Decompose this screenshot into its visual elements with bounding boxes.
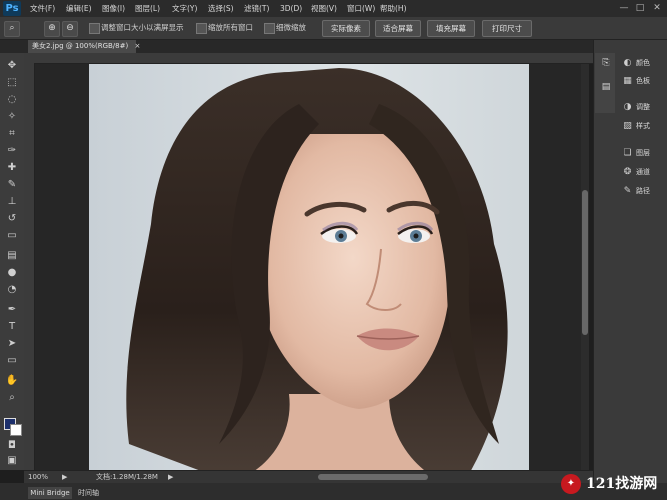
styles-icon: ▨ — [623, 121, 632, 131]
zoom-all-checkbox[interactable] — [196, 23, 207, 34]
background-color-swatch[interactable] — [10, 424, 22, 436]
brush-tool-icon[interactable]: ✎ — [5, 179, 19, 191]
swatches-icon: ▦ — [623, 76, 632, 86]
dodge-tool-icon[interactable]: ◔ — [5, 284, 19, 296]
menu-layer[interactable]: 图层(L) — [135, 2, 160, 15]
document-tab[interactable]: 美女2.jpg @ 100%(RGB/8#) × — [28, 40, 140, 53]
panel-styles-label: 样式 — [636, 122, 650, 130]
eraser-tool-icon[interactable]: ▭ — [5, 230, 19, 242]
gradient-tool-icon[interactable]: ▤ — [5, 250, 19, 262]
zoom-in-icon[interactable]: ⊕ — [44, 21, 60, 37]
minimize-button[interactable]: — — [617, 2, 631, 14]
resize-windows-label: 调整窗口大小以满屏显示 — [101, 23, 184, 32]
zoom-tool-icon[interactable]: ⌕ — [5, 392, 19, 404]
timeline-tab[interactable]: 时间轴 — [78, 488, 99, 498]
channels-icon: ❂ — [623, 167, 632, 177]
panel-channels-label: 通道 — [636, 168, 650, 176]
panel-swatches-label: 色板 — [636, 77, 650, 85]
panel-layers-label: 图层 — [636, 149, 650, 157]
clone-stamp-tool-icon[interactable]: ⊥ — [5, 196, 19, 208]
menu-edit[interactable]: 编辑(E) — [66, 2, 92, 15]
healing-brush-tool-icon[interactable]: ✚ — [5, 162, 19, 174]
vertical-ruler — [24, 63, 35, 470]
history-brush-tool-icon[interactable]: ↺ — [5, 213, 19, 225]
pen-tool-icon[interactable]: ✒ — [5, 304, 19, 316]
menu-window[interactable]: 窗口(W) — [347, 2, 375, 15]
actions-icon[interactable]: ▤ — [600, 82, 612, 94]
horizontal-scrollbar-thumb[interactable] — [318, 474, 428, 480]
marquee-tool-icon[interactable]: ⬚ — [5, 77, 19, 89]
panel-swatches[interactable]: ▦ 色板 — [622, 74, 664, 89]
panel-paths-label: 路径 — [636, 187, 650, 195]
adjustments-icon: ◑ — [623, 102, 632, 112]
watermark-logo: ✦ — [561, 474, 581, 494]
portrait-illustration — [126, 68, 508, 470]
zoom-all-label: 缩放所有窗口 — [208, 23, 253, 32]
close-window-button[interactable]: ✕ — [650, 2, 664, 14]
menu-image[interactable]: 图像(I) — [102, 2, 125, 15]
scrubby-zoom-checkbox[interactable] — [264, 23, 275, 34]
panel-styles[interactable]: ▨ 样式 — [622, 119, 664, 134]
panel-layers[interactable]: ❏ 图层 — [622, 146, 664, 161]
horizontal-ruler — [24, 53, 593, 64]
menu-3d[interactable]: 3D(D) — [280, 2, 302, 15]
status-menu-icon[interactable]: ▶ — [62, 472, 67, 482]
paths-icon: ✎ — [623, 186, 632, 196]
path-select-tool-icon[interactable]: ➤ — [5, 338, 19, 350]
status-arrow-icon[interactable]: ▶ — [168, 472, 173, 482]
panel-adjustments-label: 调整 — [636, 103, 650, 111]
menu-select[interactable]: 选择(S) — [208, 2, 234, 15]
screen-mode-icon[interactable]: ▣ — [5, 455, 19, 467]
panel-color-label: 颜色 — [636, 59, 650, 67]
scrubby-zoom-label: 细微缩放 — [276, 23, 306, 32]
menu-filter[interactable]: 滤镜(T) — [244, 2, 269, 15]
vertical-scrollbar-thumb[interactable] — [582, 190, 588, 335]
menu-help[interactable]: 帮助(H) — [380, 2, 407, 15]
palette-icon: ◐ — [623, 58, 632, 68]
panel-paths[interactable]: ✎ 路径 — [622, 184, 664, 199]
photoshop-logo: Ps — [3, 1, 21, 16]
menu-file[interactable]: 文件(F) — [30, 2, 55, 15]
mini-bridge-tab[interactable]: Mini Bridge — [28, 487, 72, 499]
canvas-area[interactable] — [35, 64, 583, 470]
zoom-level[interactable]: 100% — [28, 472, 48, 482]
hand-tool-icon[interactable]: ✋ — [5, 375, 19, 387]
panel-color[interactable]: ◐ 颜色 — [622, 56, 664, 71]
type-tool-icon[interactable]: T — [5, 321, 19, 333]
blur-tool-icon[interactable]: ● — [5, 267, 19, 279]
watermark-text: 121找游网 — [586, 476, 658, 492]
document-tab-title: 美女2.jpg @ 100%(RGB/8#) — [32, 42, 129, 50]
crop-tool-icon[interactable]: ⌗ — [5, 128, 19, 140]
rectangle-tool-icon[interactable]: ▭ — [5, 355, 19, 367]
maximize-button[interactable]: □ — [633, 2, 647, 14]
eyedropper-tool-icon[interactable]: ✑ — [5, 145, 19, 157]
zoom-out-icon[interactable]: ⊖ — [62, 21, 78, 37]
fit-screen-button[interactable]: 适合屏幕 — [375, 20, 421, 37]
layers-icon: ❏ — [623, 148, 632, 158]
portrait-photo — [89, 64, 529, 470]
actual-pixels-button[interactable]: 实际像素 — [322, 20, 370, 37]
menu-view[interactable]: 视图(V) — [311, 2, 337, 15]
move-tool-icon[interactable]: ✥ — [5, 60, 19, 72]
lasso-tool-icon[interactable]: ◌ — [5, 94, 19, 106]
menu-type[interactable]: 文字(Y) — [172, 2, 197, 15]
panel-adjustments[interactable]: ◑ 调整 — [622, 100, 664, 115]
zoom-tool-preset-icon[interactable]: ⌕ — [4, 21, 20, 37]
resize-windows-checkbox[interactable] — [89, 23, 100, 34]
quick-mask-icon[interactable]: ◘ — [5, 440, 19, 452]
document-info: 文档:1.28M/1.28M — [96, 473, 158, 481]
history-icon[interactable]: ⎘ — [600, 58, 612, 70]
print-size-button[interactable]: 打印尺寸 — [482, 20, 532, 37]
quick-select-tool-icon[interactable]: ✧ — [5, 111, 19, 123]
tab-close-icon[interactable]: × — [134, 42, 140, 50]
panel-channels[interactable]: ❂ 通道 — [622, 165, 664, 180]
fill-screen-button[interactable]: 填充屏幕 — [427, 20, 475, 37]
